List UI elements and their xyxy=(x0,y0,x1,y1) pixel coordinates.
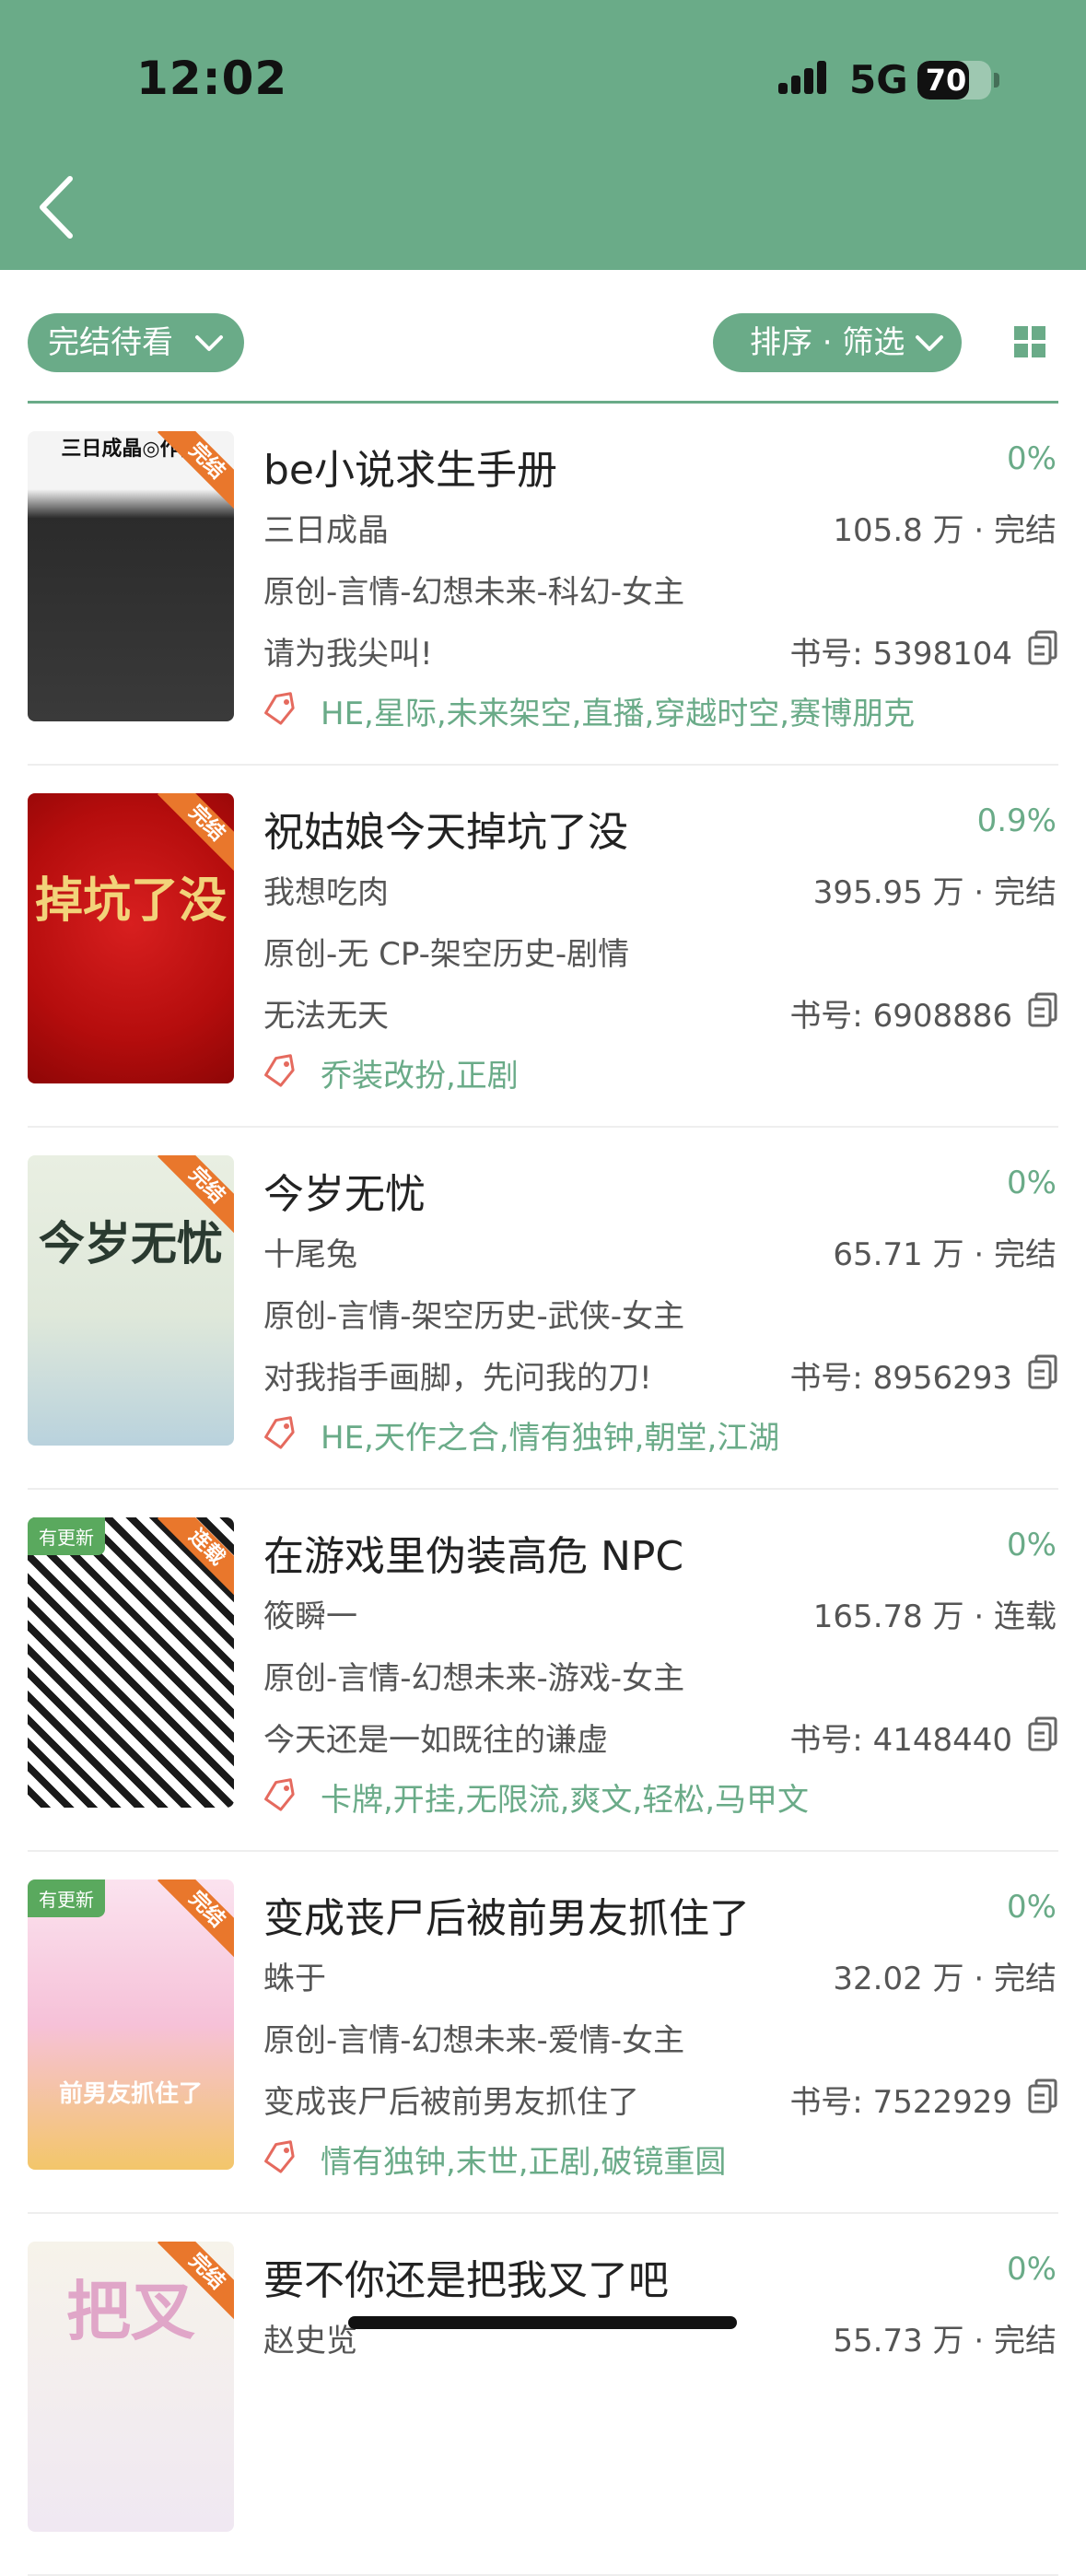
book-cover[interactable]: 连载 有更新 xyxy=(28,1517,234,1808)
word-count-status: 165.78 万 · 连载 xyxy=(812,1598,1057,1635)
battery-level: 70 xyxy=(925,63,967,98)
book-number: 书号: 4148440 xyxy=(789,1722,1012,1759)
update-badge: 有更新 xyxy=(28,1517,105,1555)
book-author[interactable]: 赵史览 xyxy=(263,2315,357,2360)
book-tags[interactable]: HE,天作之合,情有独钟,朝堂,江湖 xyxy=(321,1412,779,1458)
copy-icon[interactable] xyxy=(1028,1354,1057,1389)
book-row[interactable]: 今岁无忧 完结 今岁无忧 0% 十尾兔 65.71 万 · 完结 原创-言情-架… xyxy=(0,1128,1086,1490)
book-category: 原创-言情-幻想未来-爱情-女主 xyxy=(263,2022,685,2059)
book-category: 原创-言情-幻想未来-科幻-女主 xyxy=(263,574,685,611)
copy-icon[interactable] xyxy=(1028,2078,1057,2113)
read-progress: 0% xyxy=(1007,440,1057,477)
book-tags[interactable]: 卡牌,开挂,无限流,爽文,轻松,马甲文 xyxy=(321,1774,809,1820)
copy-icon[interactable] xyxy=(1028,630,1057,665)
tag-icon xyxy=(264,692,295,725)
app-header: 12:02 5G 70 xyxy=(0,0,1086,270)
word-count-status: 65.71 万 · 完结 xyxy=(833,1236,1057,1273)
copy-icon[interactable] xyxy=(1028,1716,1057,1751)
book-cover[interactable]: 三日成晶◎作品 完结 xyxy=(28,431,234,721)
status-ribbon: 完结 xyxy=(157,793,234,873)
word-count-status: 395.95 万 · 完结 xyxy=(812,874,1057,911)
book-cover[interactable]: 把叉 完结 xyxy=(28,2242,234,2532)
book-intro: 无法无天 xyxy=(263,998,389,1035)
tag-icon xyxy=(264,2140,295,2173)
book-number: 书号: 8956293 xyxy=(789,1360,1012,1397)
status-ribbon: 连载 xyxy=(157,1517,234,1598)
update-badge: 有更新 xyxy=(28,1879,105,1917)
book-title[interactable]: 今岁无忧 xyxy=(263,1161,426,1220)
book-category: 原创-言情-架空历史-武侠-女主 xyxy=(263,1298,685,1335)
book-intro: 对我指手画脚，先问我的刀! xyxy=(263,1360,652,1397)
read-progress: 0% xyxy=(1007,1165,1057,1201)
chevron-down-icon xyxy=(916,335,943,351)
copy-icon[interactable] xyxy=(1028,992,1057,1027)
shelf-filter-dropdown[interactable]: 完结待看 xyxy=(28,313,244,372)
book-title[interactable]: 变成丧尸后被前男友抓住了 xyxy=(263,1885,750,1944)
chevron-down-icon xyxy=(195,335,223,351)
cover-text: 掉坑了没 xyxy=(34,873,227,929)
book-author[interactable]: 三日成晶 xyxy=(263,505,389,550)
book-cover[interactable]: 前男友抓住了 完结 有更新 xyxy=(28,1879,234,2170)
book-row[interactable]: 三日成晶◎作品 完结 be小说求生手册 0% 三日成晶 105.8 万 · 完结… xyxy=(0,404,1086,766)
book-category: 原创-言情-幻想未来-游戏-女主 xyxy=(263,1660,685,1697)
book-number: 书号: 7522929 xyxy=(789,2084,1012,2121)
book-tags[interactable]: 情有独钟,末世,正剧,破镜重圆 xyxy=(321,2137,726,2182)
book-author[interactable]: 十尾兔 xyxy=(263,1229,357,1274)
book-tags[interactable]: HE,星际,未来架空,直播,穿越时空,赛博朋克 xyxy=(321,688,915,733)
book-author[interactable]: 蛛于 xyxy=(263,1953,326,1998)
book-cover[interactable]: 今岁无忧 完结 xyxy=(28,1155,234,1446)
word-count-status: 32.02 万 · 完结 xyxy=(833,1961,1057,1997)
word-count-status: 55.73 万 · 完结 xyxy=(833,2323,1057,2359)
tag-icon xyxy=(264,1054,295,1087)
book-row[interactable]: 把叉 完结 要不你还是把我叉了吧 0% 赵史览 55.73 万 · 完结 xyxy=(0,2214,1086,2576)
book-intro: 今天还是一如既往的谦虚 xyxy=(263,1722,608,1759)
book-author[interactable]: 筱瞬一 xyxy=(263,1591,357,1636)
tag-icon xyxy=(264,1416,295,1449)
status-ribbon: 完结 xyxy=(157,1879,234,1960)
book-number: 书号: 6908886 xyxy=(789,998,1012,1035)
signal-icon xyxy=(778,61,826,94)
book-title[interactable]: 在游戏里伪装高危 NPC xyxy=(263,1523,683,1582)
chevron-left-icon[interactable] xyxy=(28,166,92,249)
tag-icon xyxy=(264,1778,295,1811)
read-progress: 0.9% xyxy=(976,802,1057,839)
home-indicator xyxy=(348,2316,737,2329)
book-row[interactable]: 连载 有更新 在游戏里伪装高危 NPC 0% 筱瞬一 165.78 万 · 连载… xyxy=(0,1490,1086,1852)
book-cover[interactable]: 掉坑了没 完结 xyxy=(28,793,234,1083)
book-row[interactable]: 掉坑了没 完结 祝姑娘今天掉坑了没 0.9% 我想吃肉 395.95 万 · 完… xyxy=(0,766,1086,1128)
book-author[interactable]: 我想吃肉 xyxy=(263,867,389,912)
shelf-filter-label: 完结待看 xyxy=(48,324,173,361)
book-tags[interactable]: 乔装改扮,正剧 xyxy=(321,1050,519,1095)
read-progress: 0% xyxy=(1007,1527,1057,1563)
book-number: 书号: 5398104 xyxy=(789,636,1012,673)
book-title[interactable]: 祝姑娘今天掉坑了没 xyxy=(263,799,628,858)
network-type: 5G xyxy=(849,57,908,102)
battery-indicator: 70 xyxy=(917,61,991,100)
word-count-status: 105.8 万 · 完结 xyxy=(833,512,1057,549)
book-title[interactable]: 要不你还是把我叉了吧 xyxy=(263,2247,669,2306)
grid-view-icon[interactable] xyxy=(1014,326,1045,357)
cover-text: 今岁无忧 xyxy=(39,1217,223,1270)
cover-text: 前男友抓住了 xyxy=(58,2080,203,2108)
book-row[interactable]: 前男友抓住了 完结 有更新 变成丧尸后被前男友抓住了 0% 蛛于 32.02 万… xyxy=(0,1852,1086,2214)
read-progress: 0% xyxy=(1007,2251,1057,2288)
sort-filter-dropdown[interactable]: 排序 · 筛选 xyxy=(713,313,962,372)
book-intro: 请为我尖叫! xyxy=(263,636,433,673)
status-time: 12:02 xyxy=(136,52,288,105)
book-title[interactable]: be小说求生手册 xyxy=(263,437,557,496)
sort-filter-label: 排序 · 筛选 xyxy=(750,324,905,361)
book-category: 原创-无 CP-架空历史-剧情 xyxy=(263,936,630,973)
book-intro: 变成丧尸后被前男友抓住了 xyxy=(263,2084,639,2121)
read-progress: 0% xyxy=(1007,1889,1057,1926)
battery-tip xyxy=(994,73,999,88)
